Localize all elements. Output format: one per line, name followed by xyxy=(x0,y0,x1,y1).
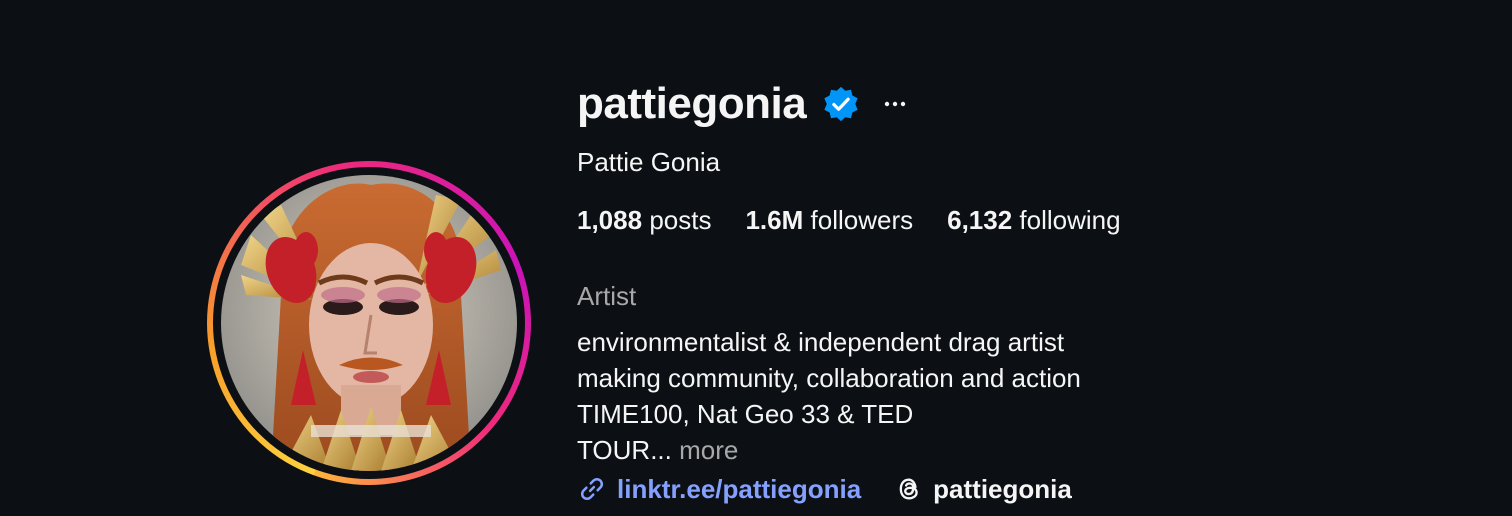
bio-last-line: TOUR... more xyxy=(577,432,1477,468)
profile-header: pattiegonia Pattie Gonia 1,088 posts 1.6… xyxy=(0,0,1512,516)
posts-stat[interactable]: 1,088 posts xyxy=(577,204,711,236)
external-link-text: linktr.ee/pattiegonia xyxy=(617,474,862,504)
profile-avatar-story-ring[interactable] xyxy=(207,161,531,485)
posts-count: 1,088 xyxy=(577,205,643,235)
following-count: 6,132 xyxy=(947,205,1013,235)
threads-handle: pattiegonia xyxy=(933,474,1072,504)
following-label: following xyxy=(1019,205,1121,235)
bio-line: making community, collaboration and acti… xyxy=(577,363,1081,393)
bio-more-link[interactable]: more xyxy=(679,435,738,465)
bio: environmentalist & independent drag arti… xyxy=(577,324,1477,468)
followers-count: 1.6M xyxy=(745,205,804,235)
profile-links: linktr.ee/pattiegonia pattiegonia xyxy=(577,472,1477,506)
more-options-icon[interactable] xyxy=(882,91,908,117)
bio-line: TIME100, Nat Geo 33 & TED xyxy=(577,399,914,429)
username-row: pattiegonia xyxy=(577,78,1477,130)
username: pattiegonia xyxy=(577,79,807,128)
avatar-portrait-image xyxy=(221,175,517,471)
avatar[interactable] xyxy=(221,175,517,471)
external-link[interactable]: linktr.ee/pattiegonia xyxy=(577,472,861,506)
threads-link[interactable]: pattiegonia xyxy=(895,472,1072,506)
link-icon xyxy=(580,477,604,501)
following-stat[interactable]: 6,132 following xyxy=(947,204,1120,236)
verified-badge-icon xyxy=(822,85,860,123)
profile-info: pattiegonia Pattie Gonia 1,088 posts 1.6… xyxy=(577,78,1477,506)
followers-label: followers xyxy=(810,205,914,235)
full-name: Pattie Gonia xyxy=(577,147,721,177)
profile-category: Artist xyxy=(577,281,637,311)
followers-stat[interactable]: 1.6M followers xyxy=(745,204,913,236)
profile-stats: 1,088 posts 1.6M followers 6,132 followi… xyxy=(577,204,1477,236)
threads-icon xyxy=(899,478,918,500)
bio-line-truncated: TOUR... xyxy=(577,435,672,465)
bio-line: environmentalist & independent drag arti… xyxy=(577,327,1065,357)
posts-label: posts xyxy=(649,205,712,235)
